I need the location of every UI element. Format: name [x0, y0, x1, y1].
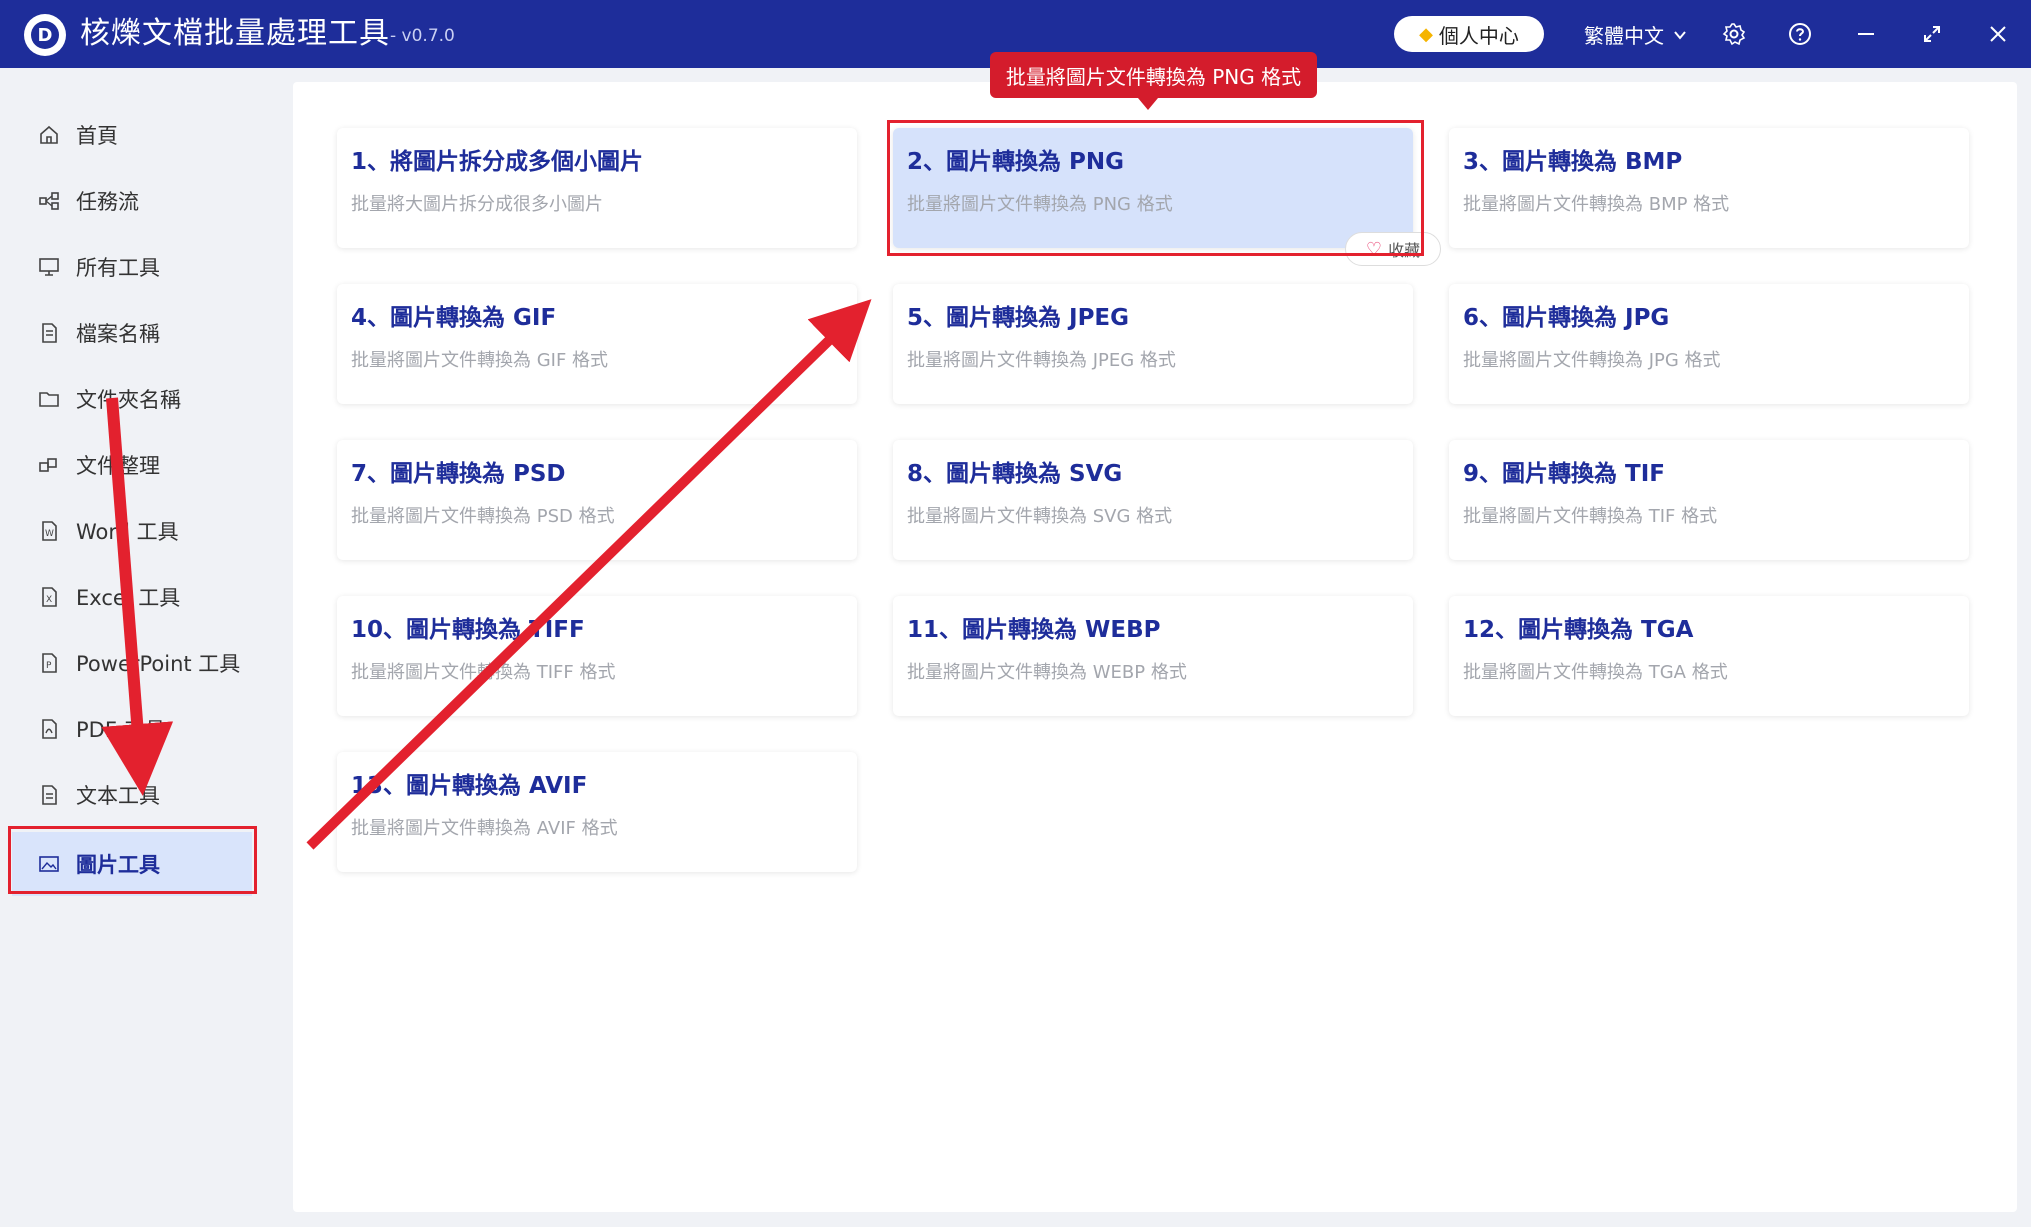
sidebar-item-text-tools[interactable]: 文本工具: [12, 766, 252, 824]
sidebar-item-label: PowerPoint 工具: [76, 652, 241, 676]
sidebar-item-pdf-tools[interactable]: PDF 工具: [12, 700, 252, 758]
sidebar-item-all-tools[interactable]: 所有工具: [12, 238, 252, 296]
sidebar-item-label: 檔案名稱: [76, 322, 160, 346]
sidebar-item-excel-tools[interactable]: X Excel 工具: [12, 568, 252, 626]
organize-icon: [38, 454, 60, 476]
tool-card-to-webp[interactable]: 11、圖片轉換為 WEBP 批量將圖片文件轉換為 WEBP 格式: [893, 596, 1413, 716]
app-version: - v0.7.0: [390, 26, 455, 46]
tool-card-to-tiff[interactable]: 10、圖片轉換為 TIFF 批量將圖片文件轉換為 TIFF 格式: [337, 596, 857, 716]
tool-card-to-tif[interactable]: 9、圖片轉換為 TIF 批量將圖片文件轉換為 TIF 格式: [1449, 440, 1969, 560]
tool-card-desc: 批量將圖片文件轉換為 GIF 格式: [351, 350, 609, 371]
sidebar-item-label: 文件夾名稱: [76, 388, 181, 412]
file-icon: [38, 322, 60, 344]
text-icon: [38, 784, 60, 806]
tool-card-to-gif[interactable]: 4、圖片轉換為 GIF 批量將圖片文件轉換為 GIF 格式: [337, 284, 857, 404]
sidebar-item-label: Excel 工具: [76, 586, 181, 610]
user-center-button[interactable]: ◆ 個人中心: [1394, 16, 1544, 52]
maximize-icon[interactable]: [1916, 18, 1948, 50]
app-title: 核爍文檔批量處理工具: [80, 16, 390, 51]
sidebar-item-label: 文件整理: [76, 454, 160, 478]
tool-card-title: 1、將圖片拆分成多個小圖片: [351, 149, 644, 175]
excel-icon: X: [38, 586, 60, 608]
tool-card-title: 10、圖片轉換為 TIFF: [351, 617, 585, 643]
tool-card-desc: 批量將圖片文件轉換為 TIFF 格式: [351, 662, 616, 683]
minimize-icon[interactable]: [1850, 18, 1882, 50]
tool-card-title: 9、圖片轉換為 TIF: [1463, 461, 1665, 487]
sidebar-item-word-tools[interactable]: W Word 工具: [12, 502, 252, 560]
tooltip: 批量將圖片文件轉換為 PNG 格式: [990, 52, 1317, 110]
sidebar-item-label: Word 工具: [76, 520, 179, 544]
tool-card-desc: 批量將圖片文件轉換為 BMP 格式: [1463, 194, 1730, 215]
highlight-box-png-card: [887, 120, 1424, 256]
gear-icon[interactable]: [1718, 18, 1750, 50]
sidebar-item-powerpoint-tools[interactable]: P PowerPoint 工具: [12, 634, 252, 692]
tool-card-to-avif[interactable]: 13、圖片轉換為 AVIF 批量將圖片文件轉換為 AVIF 格式: [337, 752, 857, 872]
sidebar-item-label: 任務流: [76, 190, 139, 214]
tool-card-title: 7、圖片轉換為 PSD: [351, 461, 566, 487]
svg-text:W: W: [45, 529, 54, 539]
tool-card-to-bmp[interactable]: 3、圖片轉換為 BMP 批量將圖片文件轉換為 BMP 格式: [1449, 128, 1969, 248]
tool-card-title: 8、圖片轉換為 SVG: [907, 461, 1123, 487]
app-logo-letter: D: [31, 21, 59, 49]
app-logo: D: [24, 14, 66, 56]
svg-text:P: P: [46, 661, 52, 671]
tool-card-desc: 批量將圖片文件轉換為 JPEG 格式: [907, 350, 1176, 371]
tool-card-to-svg[interactable]: 8、圖片轉換為 SVG 批量將圖片文件轉換為 SVG 格式: [893, 440, 1413, 560]
tool-card-title: 4、圖片轉換為 GIF: [351, 305, 557, 331]
tool-card-to-jpeg[interactable]: 5、圖片轉換為 JPEG 批量將圖片文件轉換為 JPEG 格式: [893, 284, 1413, 404]
sidebar-item-label: PDF 工具: [76, 718, 166, 742]
tool-card-desc: 批量將圖片文件轉換為 TIF 格式: [1463, 506, 1718, 527]
user-center-label: 個人中心: [1438, 23, 1519, 48]
sidebar-item-label: 文本工具: [76, 784, 160, 808]
highlight-box-image-tools: [8, 826, 257, 894]
sidebar-item-label: 首頁: [76, 124, 118, 148]
tool-card-desc: 批量將圖片文件轉換為 PSD 格式: [351, 506, 615, 527]
tool-card-title: 12、圖片轉換為 TGA: [1463, 617, 1694, 643]
sidebar: 首頁 任務流 所有工具 檔案名稱 文件夾名稱 文件整理 W Word 工具 X …: [0, 68, 268, 1227]
tool-card-title: 11、圖片轉換為 WEBP: [907, 617, 1161, 643]
crown-icon: ◆: [1419, 23, 1433, 45]
sidebar-item-workflow[interactable]: 任務流: [12, 172, 252, 230]
tool-card-desc: 批量將圖片文件轉換為 WEBP 格式: [907, 662, 1187, 683]
tool-card-to-jpg[interactable]: 6、圖片轉換為 JPG 批量將圖片文件轉換為 JPG 格式: [1449, 284, 1969, 404]
sidebar-item-file-organize[interactable]: 文件整理: [12, 436, 252, 494]
tool-card-title: 5、圖片轉換為 JPEG: [907, 305, 1130, 331]
folder-icon: [38, 388, 60, 410]
workflow-icon: [38, 190, 60, 212]
tool-card-title: 13、圖片轉換為 AVIF: [351, 773, 588, 799]
monitor-icon: [38, 256, 60, 278]
tooltip-text: 批量將圖片文件轉換為 PNG 格式: [1005, 64, 1302, 89]
sidebar-item-file-name[interactable]: 檔案名稱: [12, 304, 252, 362]
tool-card-desc: 批量將圖片文件轉換為 SVG 格式: [907, 506, 1173, 527]
home-icon: [38, 124, 60, 146]
pdf-icon: [38, 718, 60, 740]
tool-card-to-tga[interactable]: 12、圖片轉換為 TGA 批量將圖片文件轉換為 TGA 格式: [1449, 596, 1969, 716]
ppt-icon: P: [38, 652, 60, 674]
close-icon[interactable]: [1982, 18, 2014, 50]
tool-card-title: 6、圖片轉換為 JPG: [1463, 305, 1670, 331]
word-icon: W: [38, 520, 60, 542]
tool-card-to-psd[interactable]: 7、圖片轉換為 PSD 批量將圖片文件轉換為 PSD 格式: [337, 440, 857, 560]
tool-card-desc: 批量將大圖片拆分成很多小圖片: [351, 194, 603, 215]
tool-card-split-image[interactable]: 1、將圖片拆分成多個小圖片 批量將大圖片拆分成很多小圖片: [337, 128, 857, 248]
help-icon[interactable]: [1784, 18, 1816, 50]
svg-text:X: X: [46, 595, 52, 605]
chevron-down-icon: [1674, 30, 1686, 40]
tool-card-desc: 批量將圖片文件轉換為 AVIF 格式: [351, 818, 618, 839]
tool-card-desc: 批量將圖片文件轉換為 TGA 格式: [1463, 662, 1728, 683]
sidebar-item-home[interactable]: 首頁: [12, 106, 252, 164]
language-label: 繁體中文: [1584, 24, 1664, 48]
sidebar-item-folder-name[interactable]: 文件夾名稱: [12, 370, 252, 428]
tool-card-desc: 批量將圖片文件轉換為 JPG 格式: [1463, 350, 1721, 371]
tool-card-title: 3、圖片轉換為 BMP: [1463, 149, 1683, 175]
language-select[interactable]: 繁體中文: [1584, 20, 1688, 49]
sidebar-item-label: 所有工具: [76, 256, 160, 280]
